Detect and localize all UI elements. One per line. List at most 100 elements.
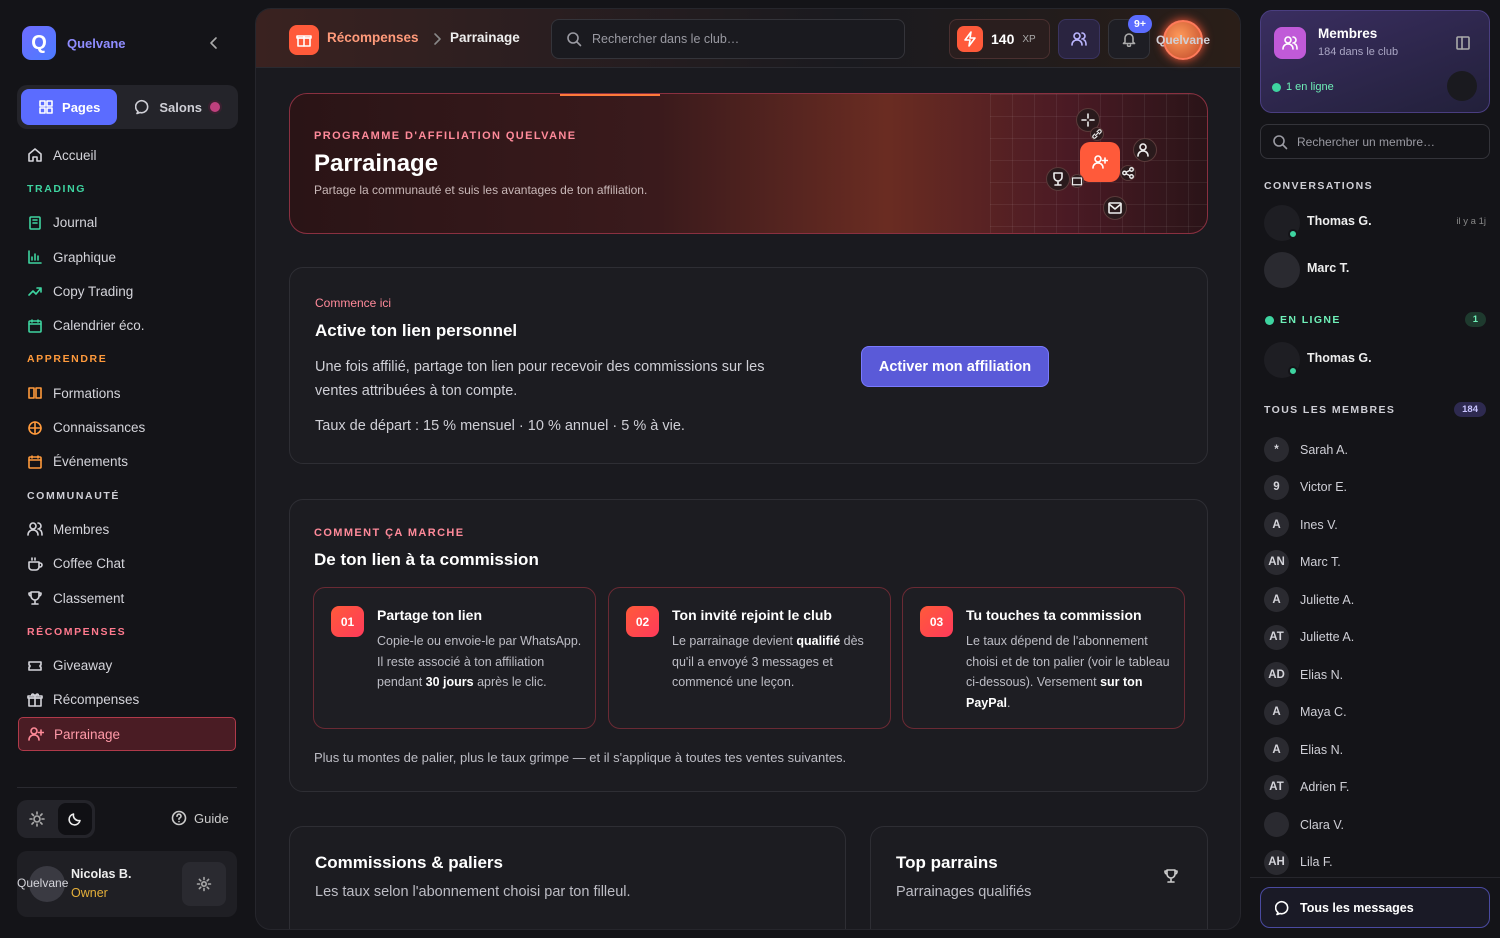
member-search-input[interactable]: Rechercher un membre… [1260, 124, 1490, 159]
main-panel: Récompenses Parrainage Rechercher dans l… [255, 8, 1241, 930]
sidebar-item-coffee-chat[interactable]: Coffee Chat [18, 547, 236, 581]
sidebar-item-parrainage[interactable]: Parrainage [18, 717, 236, 752]
sidebar-item-label: Connaissances [53, 420, 146, 436]
conversation-item[interactable]: Thomas G. il y a 1j [1264, 205, 1490, 245]
conversations-heading: CONVERSATIONS [1264, 180, 1374, 192]
avatar-text: Quelvane [1156, 33, 1211, 47]
settings-button[interactable] [182, 862, 226, 906]
sidebar-item-connaissances[interactable]: Connaissances [18, 410, 236, 444]
tab-pages[interactable]: Pages [21, 89, 118, 125]
online-dot [1288, 366, 1298, 376]
commissions-subtitle: Les taux selon l'abonnement choisi par t… [315, 884, 631, 900]
activate-rates: Taux de départ : 15 % mensuel · 10 % ann… [315, 418, 685, 434]
sidebar-item-graphique[interactable]: Graphique [18, 240, 236, 274]
members-button[interactable] [1058, 19, 1100, 59]
how-title: De ton lien à ta commission [314, 550, 539, 569]
list-item[interactable]: A Elias N. [1264, 731, 1490, 769]
avatar[interactable]: Quelvane [1156, 20, 1210, 60]
avatar: A [1264, 699, 1289, 725]
collapse-sidebar-icon[interactable] [206, 35, 222, 51]
avatar: A [1264, 512, 1289, 538]
avatar: 9 [1264, 474, 1289, 500]
online-member[interactable]: Thomas G. [1264, 342, 1490, 382]
chevron-right-icon [429, 31, 445, 47]
commissions-title: Commissions & paliers [315, 853, 504, 872]
member-name: Clara V. [1300, 817, 1345, 832]
list-item[interactable]: A Juliette A. [1264, 581, 1490, 619]
search-icon [1273, 134, 1288, 149]
avatar-text: Quelvane [17, 876, 69, 890]
user-role: Owner [71, 886, 108, 900]
sidebar-item-label: Classement [53, 590, 125, 606]
user-plus-icon [1080, 142, 1120, 182]
sidebar-item-calendrier[interactable]: Calendrier éco. [18, 308, 236, 342]
section-apprendre: APPRENDRE [27, 353, 108, 366]
tab-salons[interactable]: Salons [121, 89, 234, 125]
chart-icon [28, 250, 42, 264]
chat-bubble-icon [135, 99, 149, 115]
member-name: Elias N. [1300, 667, 1344, 682]
avatar: AT [1264, 774, 1289, 800]
conversation-item[interactable]: Marc T. [1264, 252, 1490, 292]
mail-icon [1103, 196, 1127, 220]
commissions-card: Commissions & paliers Les taux selon l'a… [289, 826, 846, 929]
sun-icon[interactable] [20, 803, 54, 835]
sidebar-item-journal[interactable]: Journal [18, 206, 236, 240]
section-communaute: COMMUNAUTÉ [27, 489, 120, 502]
panel-toggle-icon[interactable] [1455, 35, 1471, 51]
sidebar-item-formations[interactable]: Formations [18, 376, 236, 410]
list-item[interactable]: Clara V. [1264, 806, 1490, 844]
members-panel: Membres 184 dans le club 1 en ligne Rech… [1250, 0, 1500, 938]
sidebar-item-label: Coffee Chat [53, 556, 125, 572]
guide-link[interactable]: Guide [171, 810, 229, 826]
step-card: 01 Partage ton lien Copie-le ou envoie-l… [313, 587, 596, 729]
all-messages-label: Tous les messages [1300, 900, 1414, 915]
online-dot [1288, 229, 1298, 239]
notification-badge: 9+ [1128, 15, 1152, 33]
member-name: Ines V. [1300, 517, 1338, 532]
all-messages-button[interactable]: Tous les messages [1260, 887, 1490, 928]
moon-icon[interactable] [58, 803, 92, 835]
sidebar-item-accueil[interactable]: Accueil [18, 138, 236, 172]
activate-affiliation-button[interactable]: Activer mon affiliation [861, 346, 1049, 387]
member-search-placeholder: Rechercher un membre… [1297, 134, 1436, 149]
list-item[interactable]: * Sarah A. [1264, 431, 1490, 469]
all-members-count: 184 [1454, 402, 1486, 417]
list-item[interactable]: AD Elias N. [1264, 656, 1490, 694]
avatar [1264, 342, 1300, 378]
sidebar-item-giveaway[interactable]: Giveaway [18, 648, 236, 682]
coffee-icon [28, 556, 43, 571]
list-item[interactable]: AT Juliette A. [1264, 619, 1490, 657]
list-item[interactable]: 9 Victor E. [1264, 469, 1490, 507]
list-item[interactable]: A Ines V. [1264, 506, 1490, 544]
grid-icon [39, 100, 53, 114]
sidebar-item-evenements[interactable]: Événements [18, 445, 236, 479]
sidebar-item-copy-trading[interactable]: Copy Trading [18, 274, 236, 308]
avatar: Quelvane [17, 866, 68, 902]
hero-banner: PROGRAMME D'AFFILIATION QUELVANE Parrain… [289, 93, 1208, 234]
trophy-icon [28, 591, 42, 605]
sidebar-item-recompenses[interactable]: Récompenses [18, 683, 236, 717]
book-open-icon [28, 387, 42, 400]
breadcrumb-parent[interactable]: Récompenses [327, 30, 419, 45]
user-card[interactable]: Quelvane Nicolas B. Owner [17, 851, 237, 917]
users-icon [1274, 27, 1306, 59]
xp-counter[interactable]: 140 XP [949, 19, 1050, 59]
step-number: 01 [331, 606, 364, 637]
step-title: Ton invité rejoint le club [672, 607, 832, 623]
member-name: Victor E. [1300, 480, 1348, 495]
page-title: Parrainage [314, 150, 439, 177]
list-item[interactable]: A Maya C. [1264, 694, 1490, 732]
app-logo[interactable]: Q [22, 26, 56, 60]
members-summary-card[interactable]: Membres 184 dans le club 1 en ligne [1260, 10, 1490, 113]
search-input[interactable]: Rechercher dans le club… [551, 19, 905, 59]
sidebar-item-membres[interactable]: Membres [18, 512, 236, 546]
member-name: Juliette A. [1300, 592, 1355, 607]
avatar: A [1264, 737, 1289, 763]
user-plus-icon [28, 727, 44, 741]
list-item[interactable]: AH Lila F. [1264, 844, 1490, 882]
list-item[interactable]: AT Adrien F. [1264, 769, 1490, 807]
list-item[interactable]: AN Marc T. [1264, 544, 1490, 582]
section-trading: TRADING [27, 182, 87, 195]
sidebar-item-classement[interactable]: Classement [18, 581, 236, 615]
